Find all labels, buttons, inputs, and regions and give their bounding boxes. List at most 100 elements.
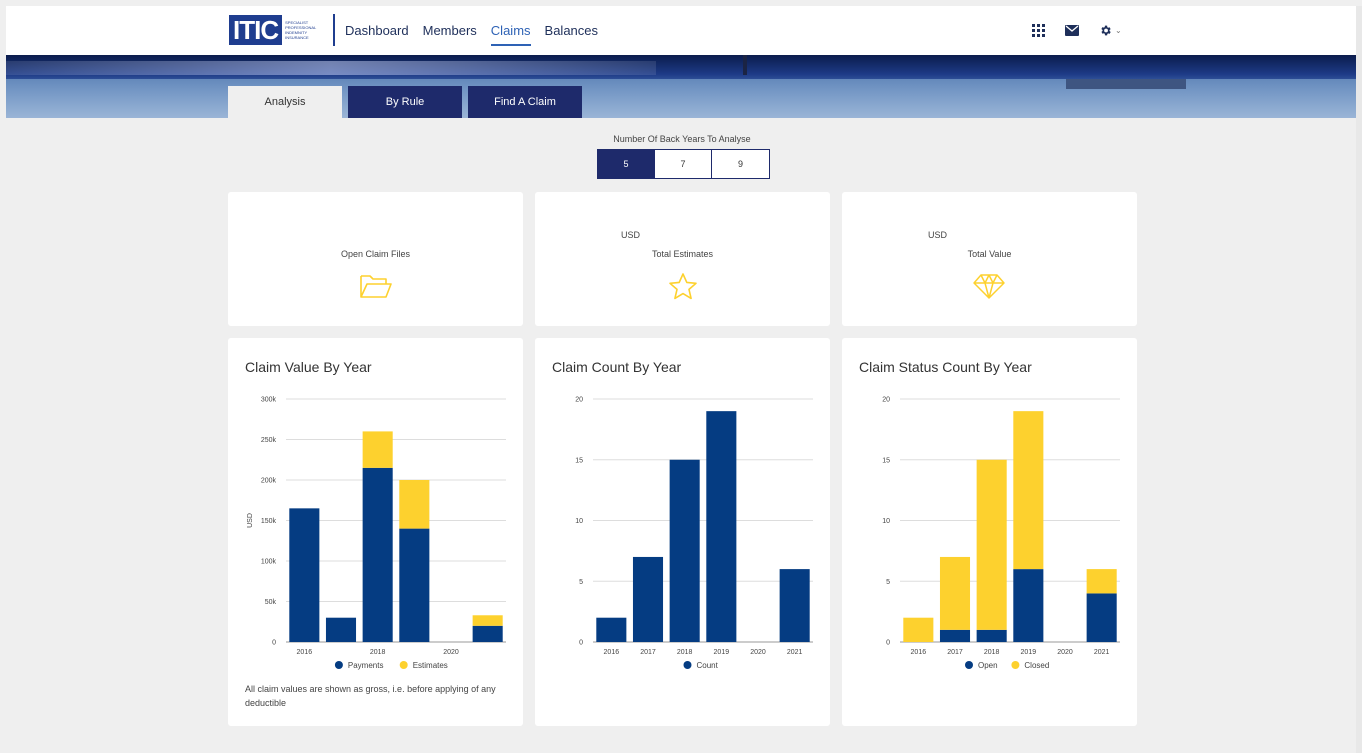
chart-title: Claim Value By Year	[245, 359, 372, 375]
nav-members[interactable]: Members	[423, 19, 477, 42]
bar-closed-2018[interactable]	[976, 459, 1007, 630]
banner-light	[6, 61, 656, 75]
folder-open-icon	[359, 272, 393, 305]
total-estimates-card: USD Total Estimates	[535, 192, 830, 326]
years-option-9[interactable]: 9	[712, 150, 769, 178]
bar-payments-2019[interactable]	[399, 528, 430, 642]
bar-closed-2019[interactable]	[1013, 411, 1044, 570]
x-tick-label: 2018	[984, 649, 1000, 656]
bar-payments-2017[interactable]	[325, 617, 357, 642]
apps-grid-icon[interactable]	[1032, 24, 1045, 37]
y-tick-label: 10	[882, 518, 890, 525]
star-icon	[668, 272, 698, 305]
y-tick-label: 0	[272, 640, 276, 647]
open-claims-card: Open Claim Files	[228, 192, 523, 326]
open-claims-label: Open Claim Files	[340, 249, 411, 259]
x-tick-label: 2018	[370, 649, 386, 656]
x-tick-label: 2020	[750, 649, 766, 656]
y-tick-label: 20	[575, 397, 583, 404]
bar-payments-2016[interactable]	[289, 508, 320, 642]
bar-closed-2016[interactable]	[903, 617, 934, 642]
years-option-5[interactable]: 5	[598, 150, 655, 178]
bar-estimates-2018[interactable]	[362, 431, 393, 468]
x-tick-label: 2016	[911, 649, 927, 656]
legend-swatch-closed[interactable]	[1011, 661, 1020, 669]
gear-icon[interactable]: ⌄	[1099, 24, 1122, 37]
legend-swatch-payments[interactable]	[334, 661, 343, 669]
legend-swatch-open[interactable]	[965, 661, 973, 669]
back-years-label: Number Of Back Years To Analyse	[613, 134, 751, 144]
x-tick-label: 2017	[947, 649, 963, 656]
nav-dashboard[interactable]: Dashboard	[345, 19, 409, 42]
years-option-7[interactable]: 7	[655, 150, 712, 178]
legend-swatch-estimates[interactable]	[399, 661, 408, 669]
legend-swatch-count[interactable]	[683, 661, 692, 669]
chevron-down-icon: ⌄	[1115, 26, 1122, 35]
tab-analysis[interactable]: Analysis	[228, 86, 342, 118]
x-tick-label: 2019	[714, 649, 730, 656]
header-banner-image	[6, 55, 1356, 118]
y-tick-label: 250k	[261, 437, 277, 444]
chart-title: Claim Status Count By Year	[859, 359, 1032, 375]
mail-icon[interactable]	[1065, 25, 1079, 36]
legend-label-open[interactable]: Open	[978, 661, 998, 670]
y-axis-label: USD	[247, 513, 254, 528]
itic-logo[interactable]: ITIC SPECIALIST PROFESSIONAL INDEMNITY I…	[229, 14, 327, 46]
x-tick-label: 2020	[443, 649, 459, 656]
claim-count-chart: 0 5 10 15 20 2016 2017 2018 2019 2020 2021 Count	[575, 397, 813, 670]
top-navbar: ITIC SPECIALIST PROFESSIONAL INDEMNITY I…	[6, 6, 1356, 55]
bar-closed-2021[interactable]	[1086, 569, 1117, 594]
bar-count-2021[interactable]	[779, 569, 810, 642]
x-tick-label: 2020	[1057, 649, 1073, 656]
y-tick-label: 150k	[261, 518, 277, 525]
top-icons: ⌄	[1032, 6, 1122, 55]
banner-tower	[743, 55, 747, 75]
legend-label-payments[interactable]: Payments	[348, 661, 384, 670]
banner-ship	[1066, 79, 1186, 89]
chart-title: Claim Count By Year	[552, 359, 682, 375]
x-tick-label: 2021	[1094, 649, 1110, 656]
bar-open-2021[interactable]	[1086, 593, 1117, 642]
bar-count-2017[interactable]	[632, 556, 664, 642]
claim-value-chart-card: Claim Value By Year 0 50k 100k 150k 200k 250k…	[228, 338, 523, 726]
page-scrollbar[interactable]	[1356, 6, 1362, 753]
tab-find-a-claim[interactable]: Find A Claim	[468, 86, 582, 118]
claim-status-chart-card: Claim Status Count By Year 0 5 10 15 20 2016 2…	[842, 338, 1137, 726]
x-tick-label: 2017	[640, 649, 656, 656]
legend-label-count[interactable]: Count	[697, 661, 719, 670]
y-tick-label: 0	[579, 640, 583, 647]
bar-payments-2018[interactable]	[362, 467, 393, 642]
x-tick-label: 2016	[297, 649, 313, 656]
total-estimates-label: Total Estimates	[651, 249, 714, 259]
bar-count-2019[interactable]	[706, 411, 737, 642]
claim-status-chart: 0 5 10 15 20 2016 2017 2018 2019 2020 2021 Open Clos…	[882, 397, 1120, 670]
nav-claims[interactable]: Claims	[490, 19, 531, 46]
claim-value-chart: 0 50k 100k 150k 200k 250k 300k USD 2016 2018 2020 P…	[247, 397, 506, 670]
y-tick-label: 15	[575, 457, 583, 464]
tab-by-rule[interactable]: By Rule	[348, 86, 462, 118]
y-tick-label: 5	[579, 579, 583, 586]
chart-footnote: All claim values are shown as gross, i.e…	[245, 684, 496, 708]
bar-open-2018[interactable]	[976, 629, 1007, 642]
x-tick-label: 2019	[1021, 649, 1037, 656]
y-tick-label: 20	[882, 397, 890, 404]
back-years-selector: 5 7 9	[597, 149, 770, 179]
bar-payments-2021[interactable]	[472, 625, 503, 642]
y-tick-label: 200k	[261, 478, 277, 485]
bar-open-2019[interactable]	[1013, 569, 1044, 642]
value-currency: USD	[928, 230, 948, 240]
sub-tabs: Analysis By Rule Find A Claim	[228, 86, 582, 118]
y-tick-label: 300k	[261, 397, 277, 404]
bar-estimates-2019[interactable]	[399, 480, 430, 529]
legend-label-estimates[interactable]: Estimates	[413, 661, 448, 670]
nav-balances[interactable]: Balances	[545, 19, 598, 42]
legend-label-closed[interactable]: Closed	[1024, 661, 1049, 670]
bar-open-2017[interactable]	[939, 629, 971, 642]
bar-closed-2017[interactable]	[939, 556, 971, 630]
main-nav: Dashboard Members Claims Balances	[345, 6, 598, 55]
bar-count-2016[interactable]	[596, 617, 627, 642]
y-tick-label: 10	[575, 518, 583, 525]
bar-count-2018[interactable]	[669, 459, 700, 642]
bar-estimates-2021[interactable]	[472, 615, 503, 626]
x-tick-label: 2021	[787, 649, 803, 656]
